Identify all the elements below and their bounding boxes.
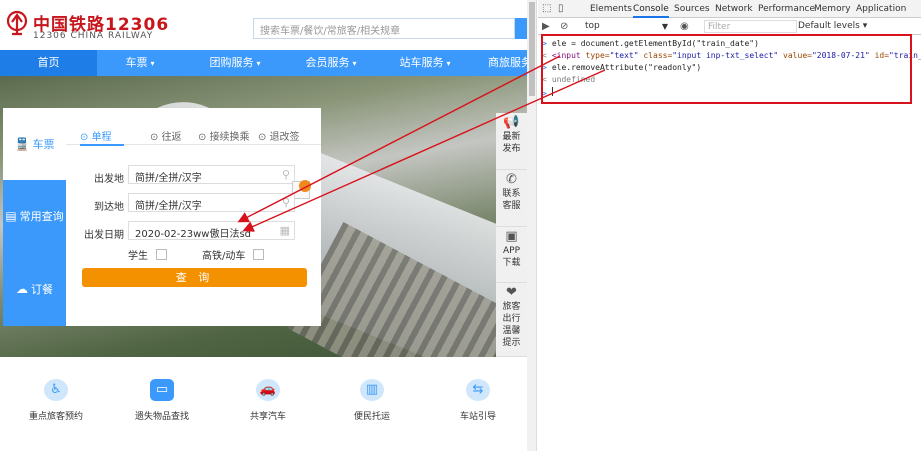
- annotation-arrows: [237, 55, 606, 232]
- screenshot: 中国铁路12306 12306 CHINA RAILWAY 搜索车票/餐饮/常旅…: [0, 0, 921, 451]
- annotation-arrow: [242, 69, 606, 232]
- annotation-arrow: [237, 55, 561, 223]
